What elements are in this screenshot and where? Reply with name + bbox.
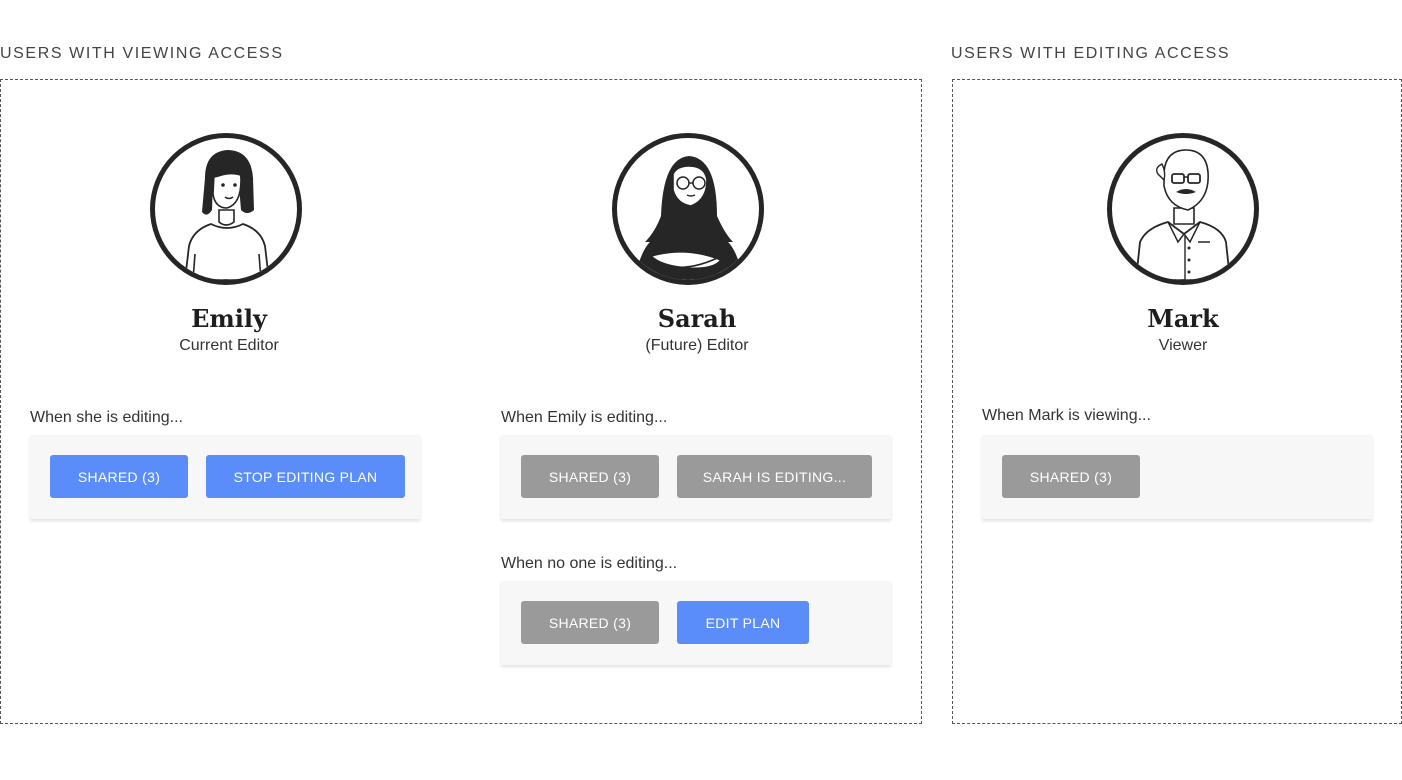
shared-button[interactable]: SHARED (3) [50, 455, 188, 498]
sarah-is-editing-button[interactable]: SARAH IS EDITING... [677, 455, 872, 498]
emily-avatar-icon [150, 133, 302, 285]
editing-access-title: USERS WITH EDITING ACCESS [951, 45, 1231, 62]
sarah-role: (Future) Editor [645, 337, 749, 354]
emily-role: Current Editor [179, 337, 279, 354]
shared-button[interactable]: SHARED (3) [521, 455, 659, 498]
mark-action-bar: SHARED (3) [982, 435, 1372, 519]
sarah-action-bar-1: SHARED (3) SARAH IS EDITING... [501, 435, 891, 519]
edit-plan-button[interactable]: EDIT PLAN [677, 601, 809, 644]
emily-scenario-caption: When she is editing... [30, 409, 183, 426]
emily-name: Emily [191, 304, 267, 333]
sarah-avatar-icon [612, 133, 764, 285]
viewing-access-title: USERS WITH VIEWING ACCESS [0, 45, 284, 62]
mark-scenario-caption: When Mark is viewing... [982, 407, 1151, 424]
mark-avatar-icon [1107, 133, 1259, 285]
mark-role: Viewer [1158, 337, 1208, 354]
shared-button[interactable]: SHARED (3) [521, 601, 659, 644]
emily-action-bar: SHARED (3) STOP EDITING PLAN [30, 435, 420, 519]
sarah-scenario-caption-2: When no one is editing... [501, 555, 678, 572]
sarah-name: Sarah [657, 304, 737, 333]
shared-button[interactable]: SHARED (3) [1002, 455, 1140, 498]
mark-name: Mark [1147, 304, 1219, 333]
sarah-scenario-caption-1: When Emily is editing... [501, 409, 668, 426]
sarah-action-bar-2: SHARED (3) EDIT PLAN [501, 581, 891, 665]
stop-editing-plan-button[interactable]: STOP EDITING PLAN [206, 455, 405, 498]
